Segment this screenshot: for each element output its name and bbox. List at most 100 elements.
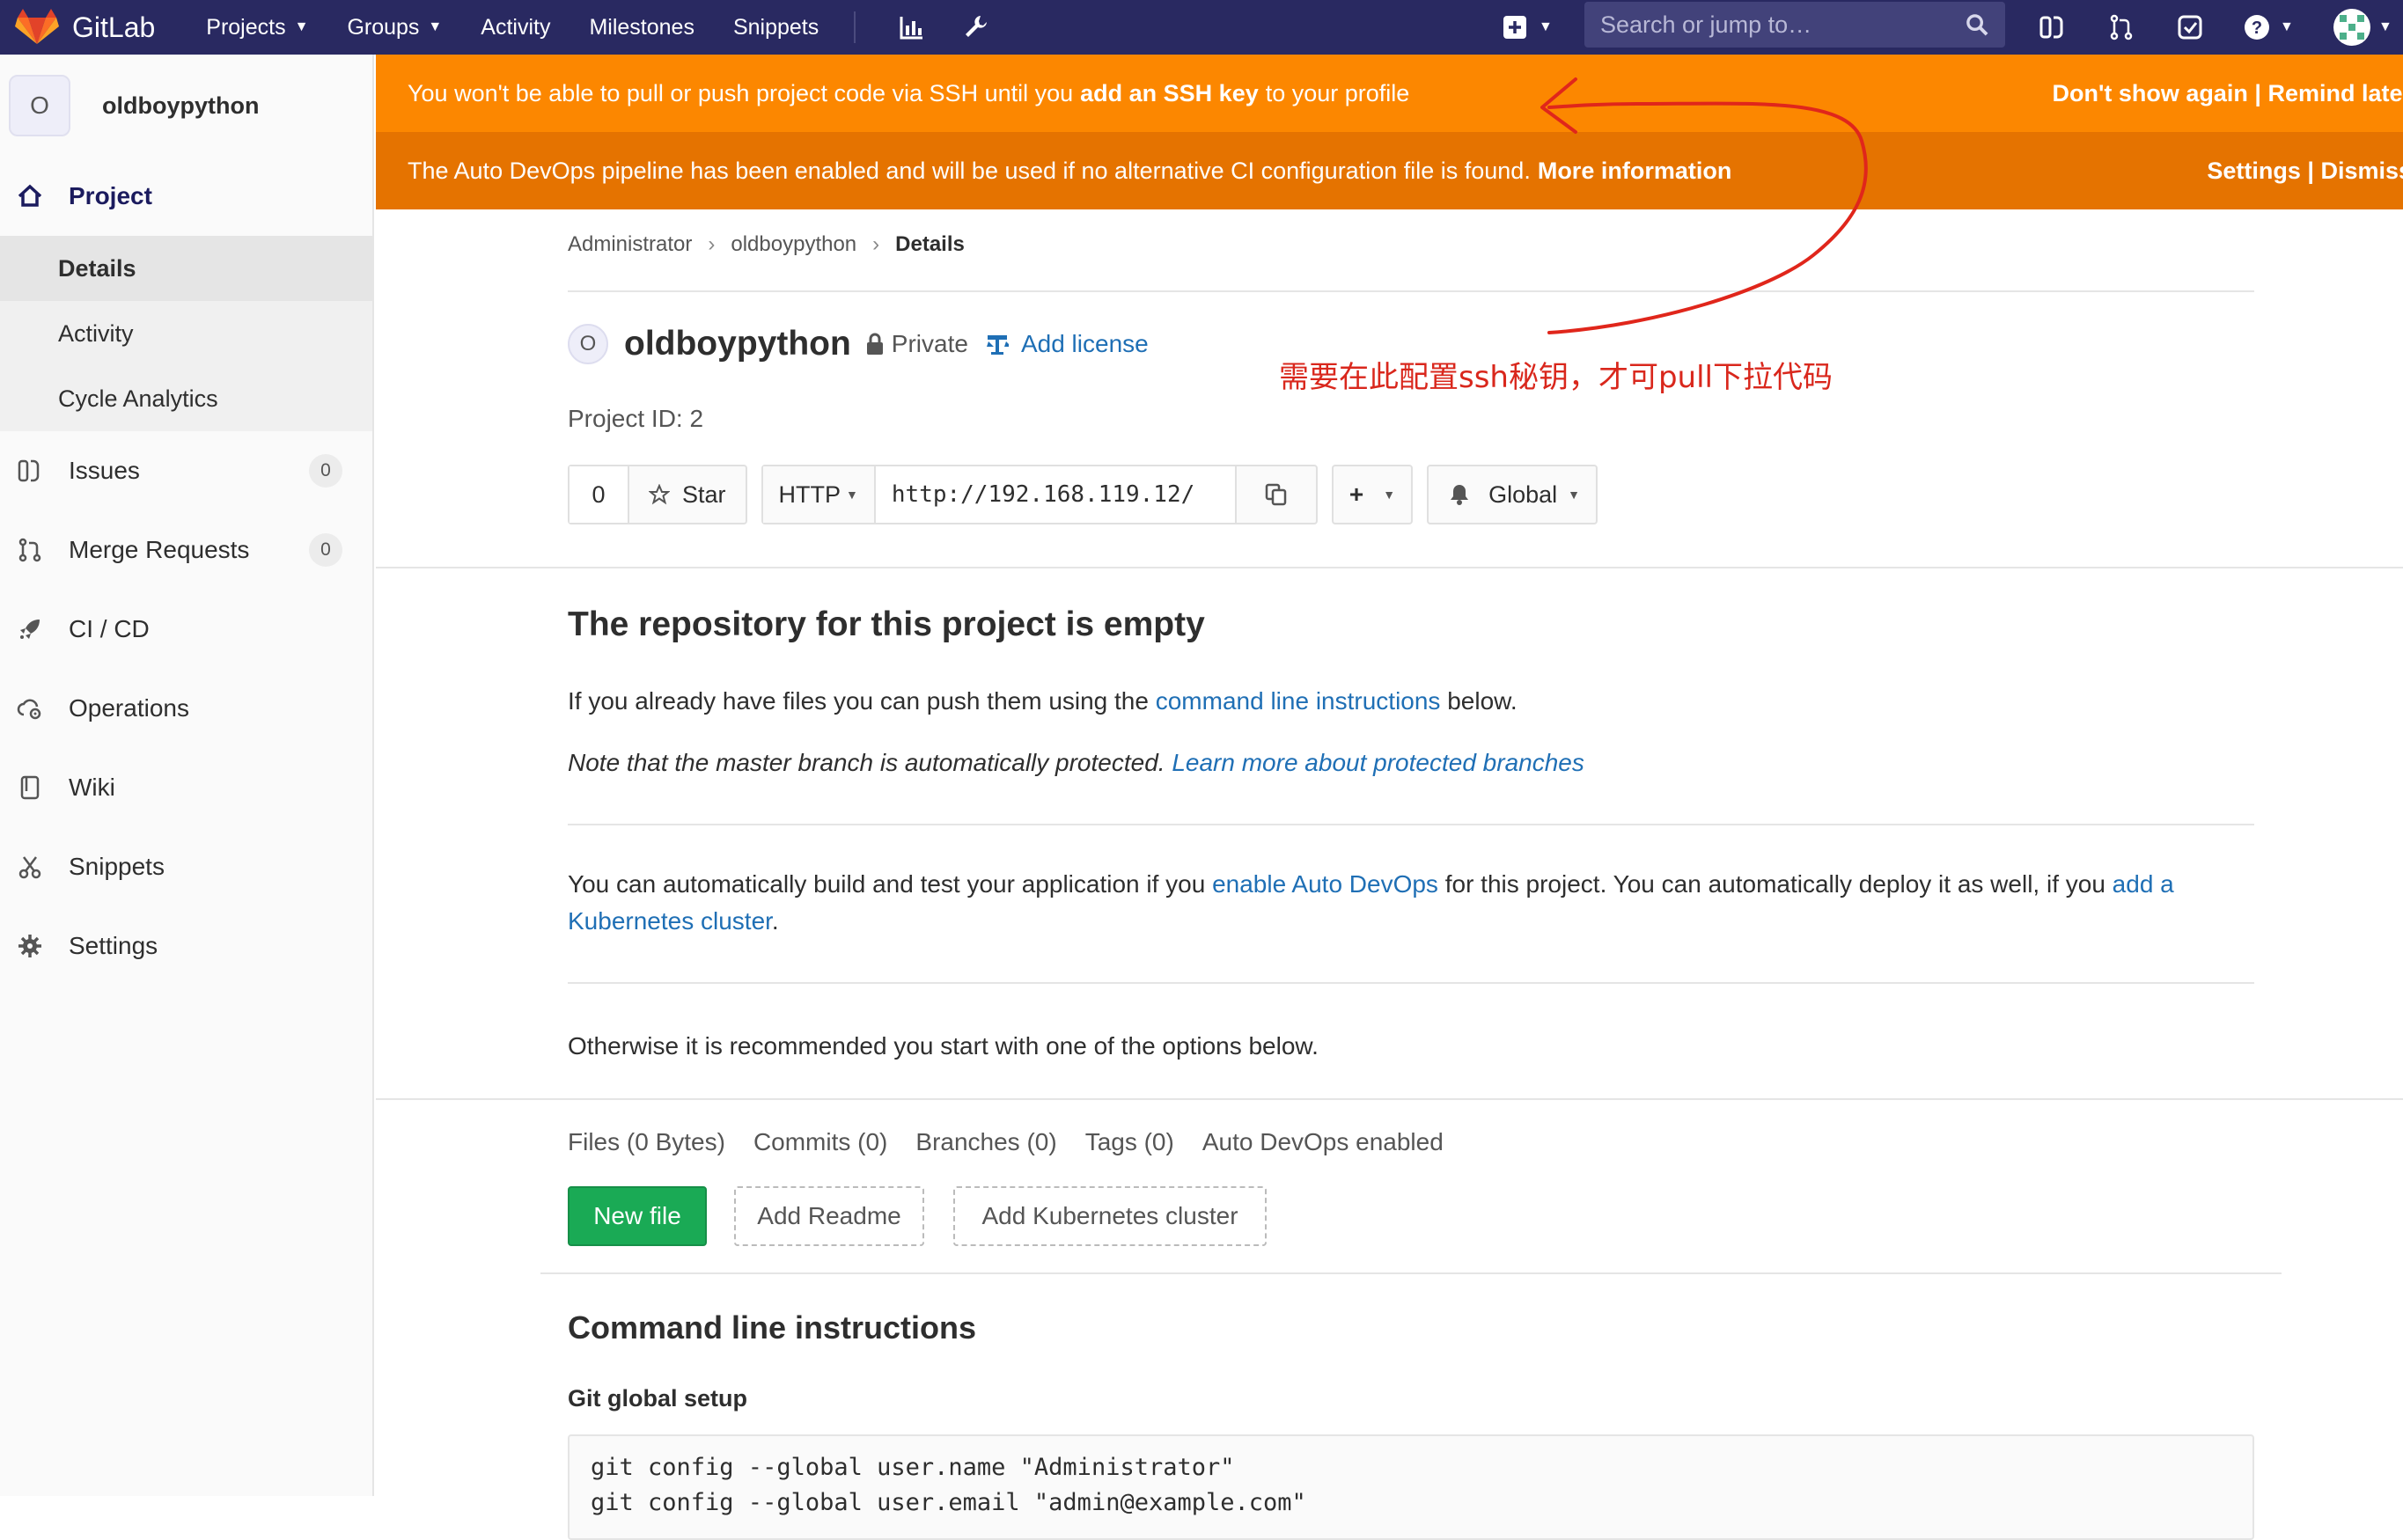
- sidebar-item-wiki[interactable]: Wiki: [0, 748, 372, 827]
- breadcrumb-admin[interactable]: Administrator: [568, 232, 692, 257]
- add-kubernetes-link-cont[interactable]: Kubernetes cluster: [568, 907, 772, 935]
- command-line-instructions-link[interactable]: command line instructions: [1156, 687, 1441, 715]
- plus-icon: +: [1348, 480, 1364, 508]
- add-dropdown-button[interactable]: + ▼: [1331, 465, 1414, 524]
- wrench-icon[interactable]: [961, 13, 989, 41]
- sidebar-project-header[interactable]: O oldboypython: [0, 55, 372, 157]
- notification-dropdown[interactable]: Global ▼: [1427, 465, 1598, 524]
- sidebar-item-label: Merge Requests: [69, 536, 250, 563]
- caret-down-icon: ▼: [1568, 488, 1581, 502]
- project-title-row: O oldboypython Private Add license: [568, 324, 1149, 364]
- add-license-link[interactable]: Add license: [986, 330, 1149, 358]
- user-avatar-dropdown[interactable]: ▼: [2333, 0, 2392, 55]
- issues-icon: [16, 457, 44, 485]
- home-icon: [16, 182, 44, 210]
- scissors-icon: [16, 853, 44, 881]
- chevron-down-icon: ▼: [294, 19, 309, 34]
- divider: [540, 1272, 2282, 1274]
- gitlab-logo[interactable]: GitLab: [14, 9, 155, 46]
- clone-url-input[interactable]: http://192.168.119.12/: [875, 466, 1237, 523]
- project-action-buttons: 0 Star HTTP▼ http://192.168.119.12/ + ▼: [568, 465, 1598, 524]
- add-ssh-key-link[interactable]: add an SSH key: [1080, 80, 1259, 107]
- ssh-alert-text: You won't be able to pull or push projec…: [408, 79, 1074, 106]
- sidebar-item-project[interactable]: Project: [0, 157, 372, 236]
- autodevops-alert: The Auto DevOps pipeline has been enable…: [376, 132, 2403, 209]
- nav-activity[interactable]: Activity: [481, 15, 550, 40]
- copy-url-button[interactable]: [1237, 466, 1316, 523]
- otherwise-text: Otherwise it is recommended you start wi…: [568, 1032, 1319, 1060]
- sidebar-subitem-details[interactable]: Details: [0, 236, 372, 301]
- breadcrumb-current: Details: [895, 232, 965, 256]
- todo-icon[interactable]: [2176, 0, 2204, 55]
- sidebar-item-label: Issues: [69, 457, 140, 484]
- add-kubernetes-button[interactable]: Add Kubernetes cluster: [953, 1186, 1267, 1246]
- star-count[interactable]: 0: [570, 466, 629, 523]
- chevron-down-icon: ▼: [2280, 19, 2294, 34]
- main-content: Administrator › oldboypython › Details O…: [376, 209, 2403, 1540]
- tab-files[interactable]: Files (0 Bytes): [568, 1128, 725, 1156]
- more-information-link[interactable]: More information: [1538, 158, 1732, 185]
- mr-count-badge: 0: [309, 533, 342, 567]
- new-file-button[interactable]: New file: [568, 1186, 707, 1246]
- ssh-key-annotation: 需要在此配置ssh秘钥，才可pull下拉代码: [1279, 360, 1833, 395]
- tab-autodevops[interactable]: Auto DevOps enabled: [1202, 1128, 1444, 1156]
- project-sidebar: O oldboypython Project Details Activity …: [0, 55, 374, 1496]
- issues-icon[interactable]: [2039, 0, 2067, 55]
- star-button-group: 0 Star: [568, 465, 747, 524]
- git-setup-code[interactable]: git config --global user.name "Administr…: [568, 1434, 2254, 1540]
- divider: [376, 1098, 2403, 1100]
- enable-autodevops-link[interactable]: enable Auto DevOps: [1212, 870, 1438, 898]
- gitlab-fox-icon: [15, 9, 59, 44]
- divider: [568, 982, 2254, 984]
- add-readme-button[interactable]: Add Readme: [734, 1186, 924, 1246]
- new-dropdown[interactable]: ▼: [1502, 0, 1553, 55]
- breadcrumb-project[interactable]: oldboypython: [731, 232, 856, 257]
- brand-name: GitLab: [72, 11, 156, 43]
- sidebar-item-snippets[interactable]: Snippets: [0, 827, 372, 906]
- sidebar-subitem-cycle-analytics[interactable]: Cycle Analytics: [0, 366, 372, 431]
- nav-milestones[interactable]: Milestones: [589, 15, 694, 40]
- search-input[interactable]: Search or jump to…: [1584, 2, 2005, 48]
- merge-request-icon[interactable]: [2107, 0, 2135, 55]
- chevron-down-icon: ▼: [2378, 19, 2392, 34]
- sidebar-item-merge-requests[interactable]: Merge Requests 0: [0, 510, 372, 590]
- ssh-alert-text-end: to your profile: [1265, 79, 1410, 106]
- sidebar-subitem-activity[interactable]: Activity: [0, 301, 372, 366]
- project-submenu: Details Activity Cycle Analytics: [0, 236, 372, 431]
- help-dropdown[interactable]: ? ▼: [2243, 0, 2294, 55]
- top-navbar: GitLab Projects ▼ Groups ▼ Activity Milest…: [0, 0, 2403, 55]
- chevron-down-icon: ▼: [428, 19, 443, 34]
- autodevops-alert-text: The Auto DevOps pipeline has been enable…: [408, 157, 1531, 184]
- avatar: [2333, 9, 2370, 46]
- tab-tags[interactable]: Tags (0): [1085, 1128, 1174, 1156]
- nav-projects[interactable]: Projects ▼: [206, 15, 308, 40]
- breadcrumb: Administrator › oldboypython › Details: [568, 232, 965, 257]
- star-button[interactable]: Star: [629, 481, 746, 509]
- visibility-badge: Private: [865, 330, 968, 358]
- add-kubernetes-link[interactable]: add a: [2113, 870, 2174, 898]
- protected-branches-link[interactable]: Learn more about protected branches: [1172, 749, 1584, 776]
- ssh-key-alert: You won't be able to pull or push projec…: [376, 55, 2403, 132]
- search-icon: [1966, 14, 1988, 36]
- clone-group: HTTP ▼ http://192.168.119.12/: [761, 465, 1318, 524]
- sidebar-item-issues[interactable]: Issues 0: [0, 431, 372, 510]
- svg-text:?: ?: [2252, 18, 2262, 38]
- sidebar-item-cicd[interactable]: CI / CD: [0, 590, 372, 669]
- tab-commits[interactable]: Commits (0): [753, 1128, 887, 1156]
- issues-count-badge: 0: [309, 454, 342, 488]
- project-avatar: O: [568, 324, 608, 364]
- sidebar-item-operations[interactable]: Operations: [0, 669, 372, 748]
- plus-square-icon: [1503, 16, 1526, 39]
- nav-snippets[interactable]: Snippets: [733, 15, 819, 40]
- sidebar-project-name: oldboypython: [102, 92, 260, 119]
- ssh-alert-actions[interactable]: Don't show again | Remind later: [2052, 80, 2403, 107]
- merge-request-icon: [16, 536, 44, 564]
- autodevops-alert-actions[interactable]: Settings | Dismiss: [2207, 158, 2403, 185]
- gear-icon: [16, 932, 44, 960]
- protocol-dropdown[interactable]: HTTP ▼: [762, 466, 876, 523]
- tab-branches[interactable]: Branches (0): [915, 1128, 1056, 1156]
- nav-groups[interactable]: Groups ▼: [347, 15, 442, 40]
- sidebar-item-settings[interactable]: Settings: [0, 906, 372, 986]
- empty-repo-title: The repository for this project is empty: [568, 605, 1205, 643]
- chart-icon[interactable]: [898, 13, 926, 41]
